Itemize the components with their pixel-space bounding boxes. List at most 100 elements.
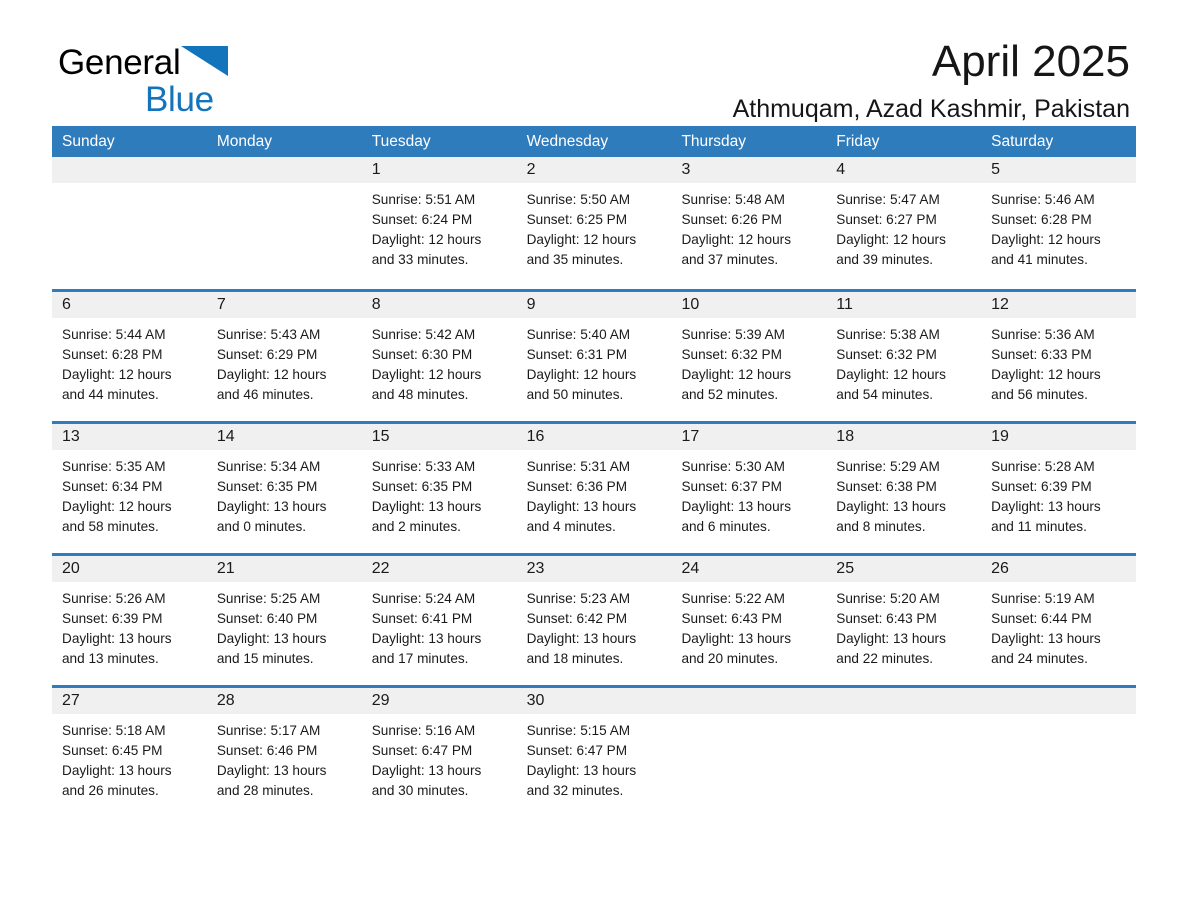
day-details: Sunrise: 5:24 AM Sunset: 6:41 PM Daylight:…: [362, 582, 517, 669]
day-number: 25: [836, 560, 855, 577]
day-number: 11: [836, 296, 853, 313]
day-cell[interactable]: 27 Sunrise: 5:18 AM Sunset: 6:45 PM Dayligh…: [52, 688, 207, 817]
day-cell[interactable]: 24 Sunrise: 5:22 AM Sunset: 6:43 PM Dayligh…: [671, 556, 827, 685]
brand-logo[interactable]: General Blue: [58, 44, 358, 122]
day-daylight2-text: and 44 minutes.: [62, 387, 159, 402]
day-cell[interactable]: 29 Sunrise: 5:16 AM Sunset: 6:47 PM Dayligh…: [361, 688, 517, 817]
day-sunset-text: Sunset: 6:35 PM: [371, 479, 473, 494]
day-cell[interactable]: 21 Sunrise: 5:25 AM Sunset: 6:40 PM Dayligh…: [206, 556, 362, 685]
day-daylight1-text: Daylight: 13 hours: [991, 499, 1101, 514]
day-cell[interactable]: 4 Sunrise: 5:47 AM Sunset: 6:27 PM Daylight…: [826, 157, 982, 289]
day-number-band: 12: [981, 292, 1137, 318]
day-cell[interactable]: 20 Sunrise: 5:26 AM Sunset: 6:39 PM Dayligh…: [52, 556, 207, 685]
day-daylight1-text: Daylight: 13 hours: [216, 763, 327, 778]
day-sunrise-text: Sunrise: 5:19 AM: [991, 591, 1095, 606]
day-number-band: [671, 688, 827, 714]
day-cell[interactable]: 9 Sunrise: 5:40 AM Sunset: 6:31 PM Daylight…: [516, 292, 672, 421]
day-number-band: 26: [981, 556, 1137, 582]
day-cell[interactable]: 26 Sunrise: 5:19 AM Sunset: 6:44 PM Dayligh…: [981, 556, 1137, 685]
day-cell[interactable]: 13 Sunrise: 5:35 AM Sunset: 6:34 PM Dayligh…: [52, 424, 207, 553]
day-number: 8: [371, 296, 381, 313]
day-sunset-text: Sunset: 6:42 PM: [526, 611, 628, 626]
day-details: Sunrise: 5:36 AM Sunset: 6:33 PM Daylight:…: [981, 318, 1136, 405]
day-cell[interactable]: 3 Sunrise: 5:48 AM Sunset: 6:26 PM Daylight…: [671, 157, 827, 289]
day-number-band: [52, 157, 207, 183]
day-sunrise-text: Sunrise: 5:30 AM: [681, 459, 785, 474]
day-details: Sunrise: 5:35 AM Sunset: 6:34 PM Daylight:…: [52, 450, 207, 537]
day-cell[interactable]: 15 Sunrise: 5:33 AM Sunset: 6:35 PM Dayligh…: [361, 424, 517, 553]
day-daylight2-text: and 33 minutes.: [371, 252, 469, 267]
day-cell[interactable]: 28 Sunrise: 5:17 AM Sunset: 6:46 PM Dayligh…: [206, 688, 362, 817]
day-sunset-text: Sunset: 6:43 PM: [681, 611, 782, 626]
day-number-band: [981, 688, 1137, 714]
day-number: 4: [836, 161, 846, 178]
day-daylight1-text: Daylight: 12 hours: [681, 232, 792, 247]
calendar-week-row: 1 Sunrise: 5:51 AM Sunset: 6:24 PM Daylight…: [52, 157, 1137, 289]
day-details: Sunrise: 5:40 AM Sunset: 6:31 PM Daylight:…: [517, 318, 672, 405]
day-details: Sunrise: 5:23 AM Sunset: 6:42 PM Daylight:…: [517, 582, 672, 669]
day-sunset-text: Sunset: 6:38 PM: [836, 479, 937, 494]
day-daylight2-text: and 41 minutes.: [991, 252, 1088, 267]
day-daylight2-text: and 32 minutes.: [526, 783, 624, 798]
weekday-header-tuesday: Tuesday: [371, 133, 431, 150]
day-sunset-text: Sunset: 6:31 PM: [526, 347, 628, 362]
day-cell[interactable]: 23 Sunrise: 5:23 AM Sunset: 6:42 PM Dayligh…: [516, 556, 672, 685]
day-cell[interactable]: 6 Sunrise: 5:44 AM Sunset: 6:28 PM Daylight…: [52, 292, 207, 421]
day-cell[interactable]: 11 Sunrise: 5:38 AM Sunset: 6:32 PM Dayligh…: [826, 292, 982, 421]
day-cell[interactable]: 17 Sunrise: 5:30 AM Sunset: 6:37 PM Dayligh…: [671, 424, 827, 553]
day-daylight1-text: Daylight: 13 hours: [526, 631, 637, 646]
day-number-band: 20: [52, 556, 207, 582]
day-cell[interactable]: 5 Sunrise: 5:46 AM Sunset: 6:28 PM Daylight…: [981, 157, 1137, 289]
page-title: April 2025: [931, 37, 1130, 86]
day-cell[interactable]: 25 Sunrise: 5:20 AM Sunset: 6:43 PM Dayligh…: [826, 556, 982, 685]
day-sunset-text: Sunset: 6:40 PM: [216, 611, 318, 626]
day-cell[interactable]: 8 Sunrise: 5:42 AM Sunset: 6:30 PM Daylight…: [361, 292, 517, 421]
day-cell-empty: [671, 688, 827, 817]
day-cell[interactable]: 1 Sunrise: 5:51 AM Sunset: 6:24 PM Daylight…: [361, 157, 517, 289]
day-details: Sunrise: 5:20 AM Sunset: 6:43 PM Daylight:…: [826, 582, 981, 669]
location-subtitle: Athmuqam, Azad Kashmir, Pakistan: [732, 95, 1130, 123]
day-daylight1-text: Daylight: 12 hours: [526, 367, 637, 382]
day-cell[interactable]: 16 Sunrise: 5:31 AM Sunset: 6:36 PM Dayligh…: [516, 424, 672, 553]
day-number-band: 19: [981, 424, 1137, 450]
day-sunset-text: Sunset: 6:24 PM: [371, 212, 473, 227]
day-daylight1-text: Daylight: 12 hours: [836, 367, 946, 382]
day-daylight2-text: and 39 minutes.: [836, 252, 934, 267]
day-cell[interactable]: 10 Sunrise: 5:39 AM Sunset: 6:32 PM Dayligh…: [671, 292, 827, 421]
day-sunset-text: Sunset: 6:35 PM: [216, 479, 318, 494]
day-cell[interactable]: 2 Sunrise: 5:50 AM Sunset: 6:25 PM Daylight…: [516, 157, 672, 289]
day-sunrise-text: Sunrise: 5:29 AM: [836, 459, 940, 474]
day-daylight2-text: and 30 minutes.: [371, 783, 469, 798]
day-cell[interactable]: 22 Sunrise: 5:24 AM Sunset: 6:41 PM Dayligh…: [361, 556, 517, 685]
day-sunset-text: Sunset: 6:32 PM: [681, 347, 782, 362]
day-cell[interactable]: 7 Sunrise: 5:43 AM Sunset: 6:29 PM Daylight…: [206, 292, 362, 421]
day-daylight1-text: Daylight: 13 hours: [681, 499, 792, 514]
day-number: 20: [62, 560, 80, 577]
day-daylight1-text: Daylight: 12 hours: [681, 367, 792, 382]
day-details: Sunrise: 5:30 AM Sunset: 6:37 PM Daylight:…: [671, 450, 826, 537]
day-details: Sunrise: 5:44 AM Sunset: 6:28 PM Daylight:…: [52, 318, 207, 405]
day-sunrise-text: Sunrise: 5:36 AM: [991, 327, 1095, 342]
day-cell[interactable]: 18 Sunrise: 5:29 AM Sunset: 6:38 PM Dayligh…: [826, 424, 982, 553]
day-number-band: 24: [671, 556, 827, 582]
day-number-band: 28: [206, 688, 362, 714]
calendar-week-row: 6 Sunrise: 5:44 AM Sunset: 6:28 PM Daylight…: [52, 289, 1137, 421]
calendar-week-row: 13 Sunrise: 5:35 AM Sunset: 6:34 PM Dayligh…: [52, 421, 1137, 553]
day-daylight1-text: Daylight: 12 hours: [991, 367, 1101, 382]
day-daylight2-text: and 0 minutes.: [216, 519, 307, 534]
day-number-band: 10: [671, 292, 827, 318]
day-sunrise-text: Sunrise: 5:51 AM: [371, 192, 476, 207]
day-cell[interactable]: 12 Sunrise: 5:36 AM Sunset: 6:33 PM Dayligh…: [981, 292, 1137, 421]
day-details: Sunrise: 5:47 AM Sunset: 6:27 PM Daylight:…: [826, 183, 981, 270]
day-cell[interactable]: 14 Sunrise: 5:34 AM Sunset: 6:35 PM Dayligh…: [206, 424, 362, 553]
day-number: 9: [526, 296, 536, 313]
day-details: Sunrise: 5:50 AM Sunset: 6:25 PM Daylight:…: [517, 183, 672, 270]
day-sunrise-text: Sunrise: 5:47 AM: [836, 192, 940, 207]
day-cell[interactable]: 30 Sunrise: 5:15 AM Sunset: 6:47 PM Dayligh…: [516, 688, 672, 817]
day-number: 24: [681, 560, 700, 577]
day-daylight2-text: and 4 minutes.: [526, 519, 616, 534]
day-cell[interactable]: 19 Sunrise: 5:28 AM Sunset: 6:39 PM Dayligh…: [981, 424, 1137, 553]
day-sunset-text: Sunset: 6:36 PM: [526, 479, 628, 494]
day-number: 5: [991, 161, 1001, 178]
day-daylight1-text: Daylight: 13 hours: [371, 763, 482, 778]
